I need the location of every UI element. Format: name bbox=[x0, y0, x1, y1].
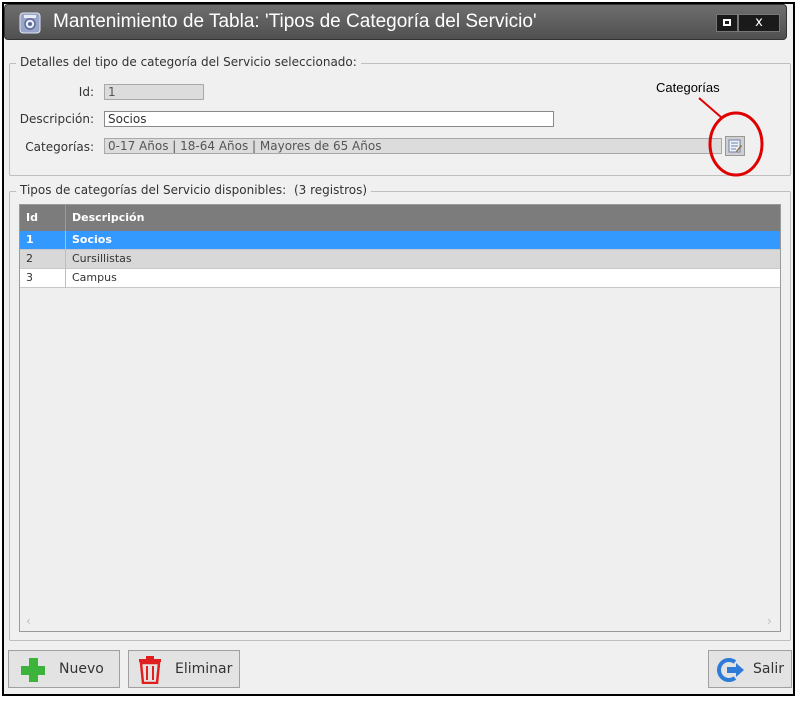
row-id-cell: 2 bbox=[26, 252, 33, 265]
column-header-description[interactable]: Descripción bbox=[65, 205, 780, 231]
categories-field[interactable] bbox=[104, 138, 722, 154]
categories-label: Categorías: bbox=[25, 140, 94, 154]
close-icon: x bbox=[755, 15, 763, 30]
table-row[interactable]: 2 Cursillistas bbox=[20, 250, 780, 269]
exit-button[interactable]: Salir bbox=[708, 650, 792, 688]
plus-icon bbox=[21, 658, 45, 682]
list-legend: Tipos de categorías del Servicio disponi… bbox=[16, 183, 372, 197]
delete-button-label: Eliminar bbox=[175, 661, 233, 677]
id-field[interactable] bbox=[104, 84, 204, 100]
exit-button-label: Salir bbox=[753, 661, 785, 677]
description-label: Descripción: bbox=[19, 112, 94, 126]
records-table[interactable]: Id Descripción 1 Socios 2 Cursillistas 3… bbox=[19, 204, 781, 632]
table-row[interactable]: 1 Socios bbox=[20, 231, 780, 250]
column-header-id[interactable]: Id bbox=[20, 205, 65, 231]
annotation-label: Categorías bbox=[656, 80, 720, 95]
row-description-cell: Campus bbox=[65, 269, 780, 288]
new-button-label: Nuevo bbox=[59, 661, 104, 677]
settings-app-icon bbox=[19, 12, 41, 34]
exit-icon bbox=[717, 658, 744, 682]
id-label: Id: bbox=[78, 85, 94, 99]
record-count: (3 registros) bbox=[293, 183, 368, 197]
annotation-circle-icon bbox=[698, 97, 764, 177]
maximize-button[interactable] bbox=[716, 14, 738, 32]
scroll-left-icon[interactable]: ‹ bbox=[26, 614, 31, 628]
trash-icon bbox=[139, 656, 161, 684]
details-legend: Detalles del tipo de categoría del Servi… bbox=[16, 55, 361, 69]
scroll-right-icon[interactable]: › bbox=[767, 614, 772, 628]
row-description-cell: Cursillistas bbox=[65, 250, 780, 269]
row-id-cell: 3 bbox=[26, 271, 33, 284]
window-title: Mantenimiento de Tabla: 'Tipos de Catego… bbox=[53, 11, 537, 32]
description-field[interactable] bbox=[104, 111, 554, 127]
row-description-cell: Socios bbox=[65, 231, 780, 250]
new-button[interactable]: Nuevo bbox=[8, 650, 120, 688]
delete-button[interactable]: Eliminar bbox=[128, 650, 240, 688]
row-id-cell: 1 bbox=[26, 233, 34, 246]
table-row[interactable]: 3 Campus bbox=[20, 269, 780, 288]
close-button[interactable]: x bbox=[738, 14, 780, 32]
table-header: Id Descripción bbox=[20, 205, 780, 231]
list-legend-text: Tipos de categorías del Servicio disponi… bbox=[20, 183, 287, 197]
title-bar[interactable]: Mantenimiento de Tabla: 'Tipos de Catego… bbox=[4, 4, 787, 40]
